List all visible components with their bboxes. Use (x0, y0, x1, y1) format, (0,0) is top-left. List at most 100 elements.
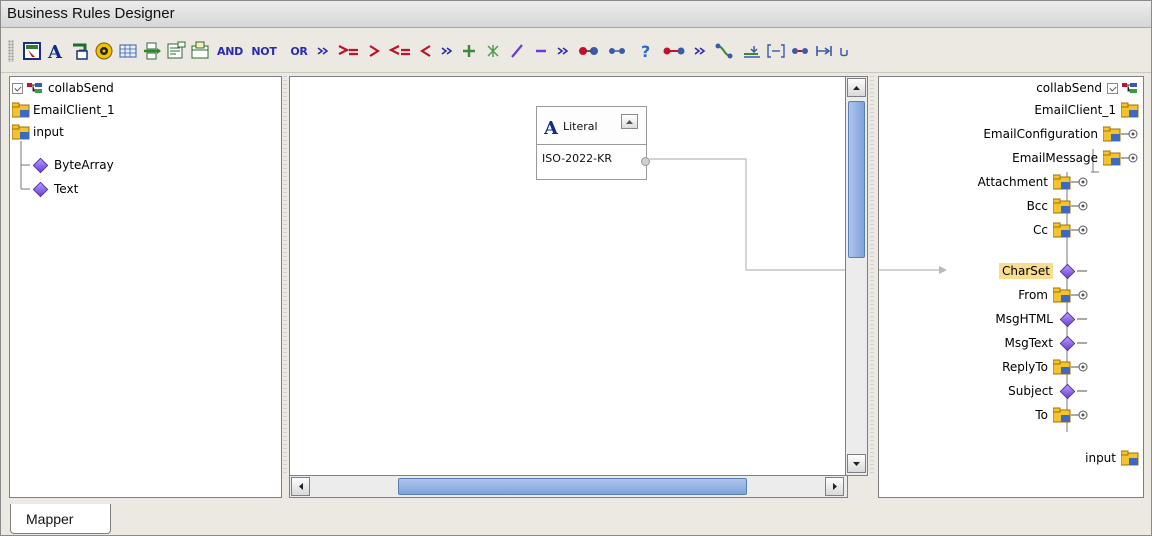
chevron-double-icon[interactable] (554, 39, 572, 63)
collab-icon (1122, 83, 1137, 93)
output-port-icon[interactable] (641, 157, 650, 166)
horizontal-scrollbar[interactable] (289, 475, 848, 498)
folder-icon (1053, 198, 1071, 214)
plus-icon[interactable] (459, 39, 479, 63)
tree-child-bytearray[interactable]: ByteArray (32, 154, 114, 176)
select-icon[interactable] (21, 39, 43, 63)
branch-icon[interactable] (713, 39, 735, 63)
calendar-icon[interactable] (189, 39, 211, 63)
literal-value[interactable]: ISO-2022-KR (542, 152, 612, 165)
splitter-left[interactable] (283, 76, 287, 474)
dest-root-row[interactable]: collabSend (1036, 77, 1139, 99)
toolbar: A AND NOT OR ? (1, 28, 1151, 73)
divide-icon[interactable] (507, 39, 527, 63)
tree-child-label: ByteArray (54, 158, 114, 172)
port-connector-icon[interactable] (1121, 151, 1139, 165)
form-icon[interactable] (165, 39, 187, 63)
disconnect-icon[interactable] (605, 39, 629, 63)
dest-item-emailmessage[interactable]: EmailMessage (1012, 147, 1139, 169)
gear-badge-icon[interactable] (93, 39, 115, 63)
literal-box[interactable]: A Literal ISO-2022-KR (536, 106, 650, 180)
tree-item-input[interactable]: input (12, 121, 64, 143)
title-bar: Business Rules Designer (1, 1, 1151, 28)
vertical-scrollbar[interactable] (845, 76, 868, 476)
toolbar-grip[interactable] (8, 40, 14, 62)
collapse-toggle-icon[interactable] (1107, 82, 1118, 94)
tree-item-emailclient[interactable]: EmailClient_1 (12, 99, 115, 121)
tree-root-row[interactable]: collabSend (12, 77, 114, 99)
dest-item-to[interactable]: To (1035, 404, 1089, 426)
gte-icon[interactable] (335, 39, 361, 63)
scroll-left-button[interactable] (291, 477, 310, 496)
chevron-double-icon[interactable] (691, 39, 709, 63)
tab-label: Mapper (26, 511, 74, 527)
business-rules-designer-window: Business Rules Designer A AND NOT OR ? c… (0, 0, 1152, 536)
collapse-toggle-icon[interactable] (12, 82, 23, 94)
horizontal-scroll-thumb[interactable] (398, 478, 747, 495)
port-connector-icon[interactable] (1071, 288, 1089, 302)
lt-icon[interactable] (417, 39, 435, 63)
port-connector-icon[interactable] (1071, 175, 1089, 189)
tree-arrow-icon[interactable] (69, 39, 91, 63)
dest-item-msghtml[interactable]: MsgHTML (995, 308, 1089, 330)
dest-item-cc[interactable]: Cc (1033, 219, 1089, 241)
bracket-icon[interactable] (765, 39, 787, 63)
dest-item-label: Bcc (1026, 199, 1048, 213)
question-icon[interactable]: ? (637, 39, 655, 63)
tab-mapper[interactable]: Mapper (10, 504, 111, 534)
chevron-up-icon (626, 119, 633, 124)
port-connector-icon[interactable] (1071, 408, 1089, 422)
chevron-double-icon[interactable] (438, 39, 456, 63)
literal-A-icon[interactable]: A (45, 39, 67, 63)
port-connector-icon[interactable] (1121, 127, 1139, 141)
scroll-down-button[interactable] (847, 454, 866, 473)
and-button[interactable]: AND (214, 39, 246, 63)
scroll-up-button[interactable] (847, 78, 866, 97)
dest-item-attachment[interactable]: Attachment (978, 171, 1089, 193)
tree-child-text[interactable]: Text (32, 178, 78, 200)
shift-icon[interactable] (813, 39, 835, 63)
push-icon[interactable] (741, 39, 763, 63)
svg-text:A: A (544, 118, 559, 136)
scroll-right-button[interactable] (825, 477, 844, 496)
folder-icon (1103, 126, 1121, 142)
minus-icon[interactable] (531, 39, 551, 63)
grid-icon[interactable] (117, 39, 139, 63)
tree-item-label: input (33, 125, 64, 139)
port-connector-icon[interactable] (1071, 223, 1089, 237)
dest-item-from[interactable]: From (1018, 284, 1089, 306)
route-icon[interactable] (661, 39, 687, 63)
dest-item-charset[interactable]: CharSet (999, 260, 1089, 282)
multiply-icon[interactable] (483, 39, 503, 63)
vertical-scroll-thumb[interactable] (848, 101, 865, 258)
dest-item-label: From (1018, 288, 1048, 302)
source-tree-pane: collabSend EmailClient_1 input ByteArray… (9, 76, 282, 498)
literal-title: Literal (563, 120, 598, 133)
dest-item-emailclient[interactable]: EmailClient_1 (1034, 99, 1139, 121)
dest-item-subject[interactable]: Subject (1008, 380, 1089, 402)
lte-icon[interactable] (387, 39, 413, 63)
dest-item-label: MsgText (1004, 336, 1054, 350)
collapse-button[interactable] (621, 114, 638, 129)
svg-text:A: A (47, 42, 63, 61)
splitter-right[interactable] (870, 76, 874, 474)
dest-item-msgtext[interactable]: MsgText (1005, 332, 1090, 354)
dest-item-label: Cc (1033, 223, 1048, 237)
gt-icon[interactable] (365, 39, 383, 63)
dest-item-replyto[interactable]: ReplyTo (1002, 356, 1089, 378)
folder-icon (1103, 150, 1121, 166)
port-connector-icon[interactable] (1071, 360, 1089, 374)
dest-item-emailconfiguration[interactable]: EmailConfiguration (983, 123, 1139, 145)
dest-item-label: Subject (1008, 384, 1053, 398)
dest-item-bcc[interactable]: Bcc (1027, 195, 1089, 217)
or-button[interactable]: OR (288, 39, 310, 63)
dest-item-input[interactable]: input (1085, 447, 1139, 469)
dest-item-label-selected: CharSet (999, 263, 1053, 279)
wrap-icon[interactable] (837, 39, 851, 63)
port-connector-icon[interactable] (1071, 199, 1089, 213)
insert-node-icon[interactable] (141, 39, 163, 63)
link-icon[interactable] (789, 39, 811, 63)
not-button[interactable]: NOT (249, 39, 279, 63)
chevron-double-icon[interactable] (314, 39, 332, 63)
connect-icon[interactable] (576, 39, 602, 63)
